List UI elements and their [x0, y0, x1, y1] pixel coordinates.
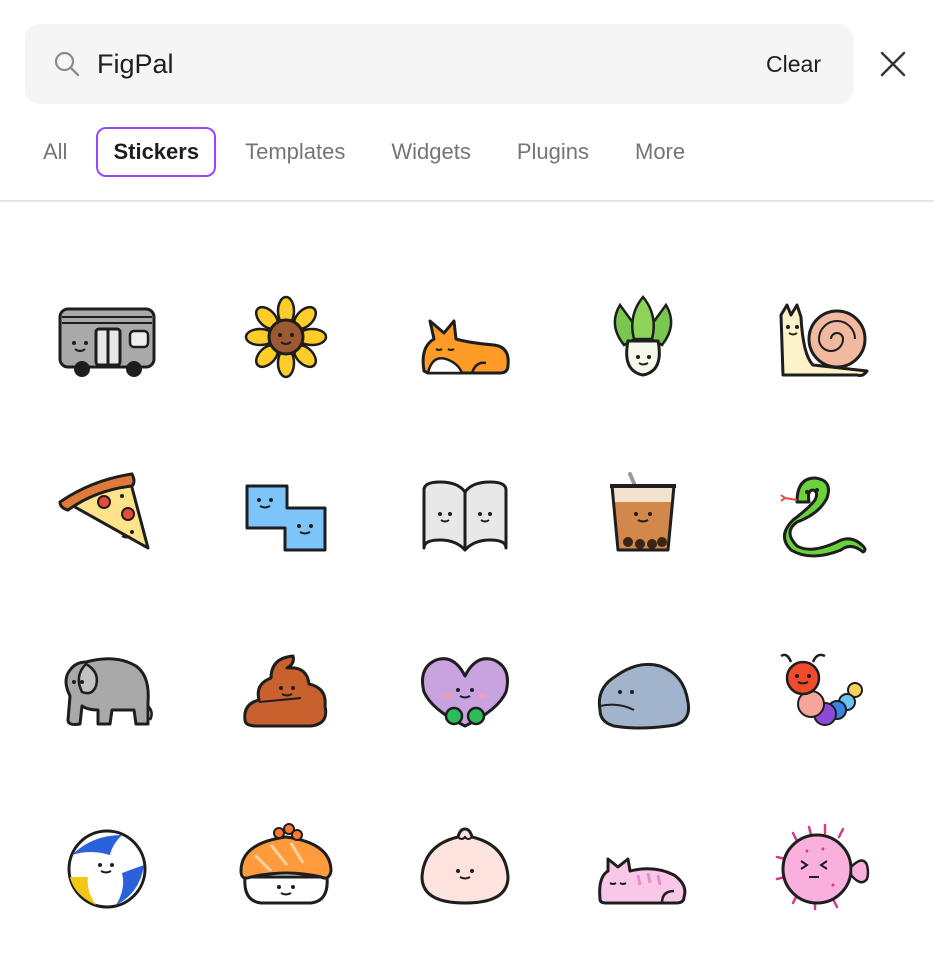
sticker-grid	[0, 0, 934, 956]
sticker-sushi[interactable]	[231, 815, 341, 925]
sticker-blob[interactable]	[588, 640, 698, 750]
sticker-book[interactable]	[410, 462, 520, 572]
sticker-caterpillar[interactable]	[767, 640, 877, 750]
snail-icon	[779, 303, 869, 377]
sticker-train[interactable]	[52, 285, 162, 395]
sticker-tetris-block[interactable]	[231, 462, 341, 572]
train-icon	[58, 307, 156, 377]
sticker-pizza[interactable]	[52, 462, 162, 572]
blob-icon	[597, 662, 691, 730]
pufferfish-icon	[775, 823, 870, 911]
sticker-snail[interactable]	[767, 285, 877, 395]
sushi-icon	[239, 823, 333, 905]
book-icon	[422, 480, 508, 552]
snake-icon	[780, 476, 867, 558]
cat-icon	[598, 857, 687, 905]
poop-icon	[243, 654, 328, 728]
bok-choy-icon	[613, 295, 673, 377]
sticker-bubble-tea[interactable]	[588, 462, 698, 572]
sticker-poop[interactable]	[231, 640, 341, 750]
sticker-sunflower[interactable]	[231, 285, 341, 395]
sticker-snake[interactable]	[767, 462, 877, 572]
sticker-elephant[interactable]	[52, 640, 162, 750]
sticker-bok-choy[interactable]	[588, 285, 698, 395]
sticker-cat[interactable]	[588, 815, 698, 925]
elephant-icon	[64, 657, 153, 726]
heart-icon	[421, 657, 509, 728]
bubble-tea-icon	[610, 472, 676, 552]
tetris-block-icon	[245, 484, 327, 552]
sticker-volleyball[interactable]	[52, 815, 162, 925]
sticker-corgi[interactable]	[410, 285, 520, 395]
dumpling-icon	[420, 827, 510, 905]
corgi-icon	[421, 319, 510, 375]
sunflower-icon	[244, 295, 328, 379]
volleyball-icon	[67, 829, 147, 909]
sticker-pufferfish[interactable]	[767, 815, 877, 925]
sticker-heart[interactable]	[410, 640, 520, 750]
pizza-icon	[58, 472, 150, 550]
sticker-dumpling[interactable]	[410, 815, 520, 925]
caterpillar-icon	[780, 653, 863, 726]
